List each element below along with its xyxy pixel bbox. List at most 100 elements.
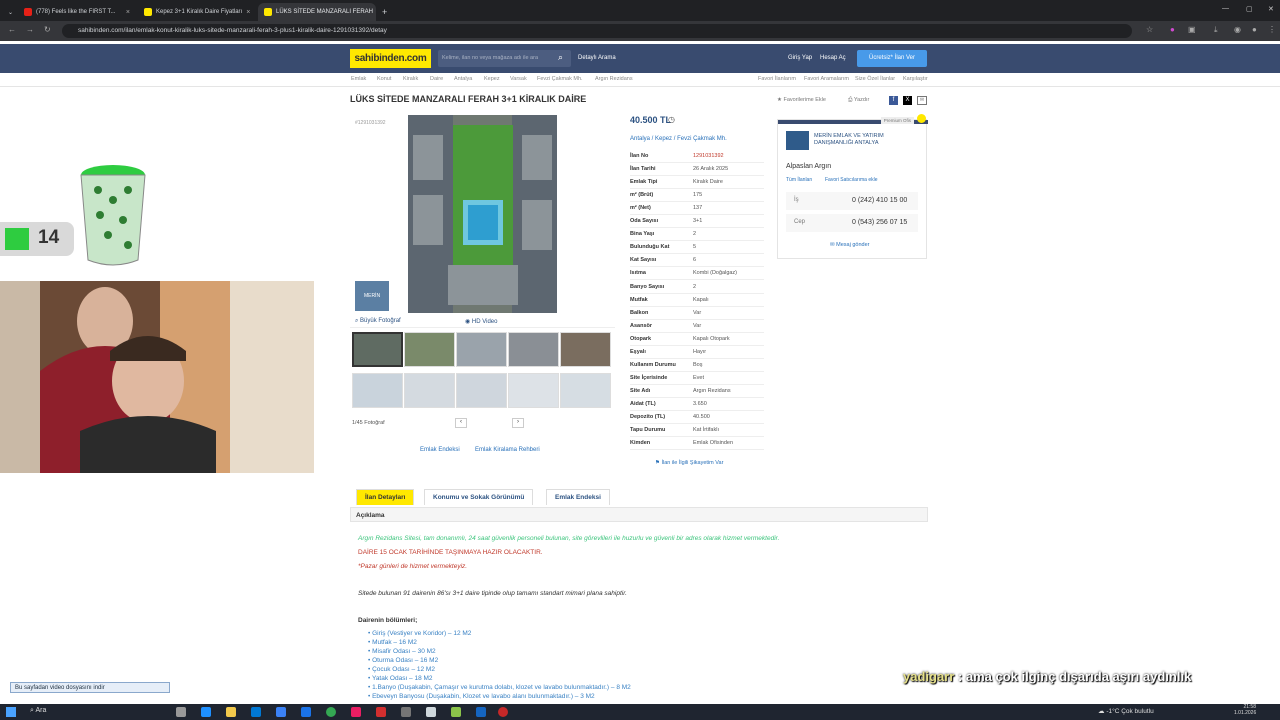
- breadcrumb-item[interactable]: Kepez: [484, 76, 500, 82]
- all-ads-link[interactable]: Tüm İlanları: [786, 177, 812, 183]
- breadcrumb-item[interactable]: Varsak: [510, 76, 527, 82]
- phone-number[interactable]: 0 (242) 410 15 00: [852, 197, 907, 204]
- video-download-bar[interactable]: Bu sayfadan video dosyasını indir: [10, 682, 170, 693]
- file-explorer-icon[interactable]: [226, 707, 236, 717]
- app-icon[interactable]: [276, 707, 286, 717]
- photo-thumbnail[interactable]: [560, 332, 611, 367]
- app-icon[interactable]: [401, 707, 411, 717]
- seller-card: Premium Ofis MERİN EMLAK VE YATIRIM DANI…: [777, 114, 928, 259]
- window-close-icon[interactable]: ✕: [1268, 5, 1274, 13]
- breadcrumb-item[interactable]: Argın Rezidans: [595, 76, 633, 82]
- login-link[interactable]: Giriş Yap: [788, 55, 812, 61]
- app-icon[interactable]: [426, 707, 436, 717]
- url-input[interactable]: sahibinden.com/ilan/emlak-konut-kiralik-…: [62, 24, 1132, 38]
- price-history-icon[interactable]: ◷: [668, 115, 675, 124]
- back-icon[interactable]: ←: [8, 25, 16, 34]
- favorite-ads-link[interactable]: Favori İlanlarım: [758, 76, 796, 82]
- photo-thumbnail[interactable]: [404, 332, 455, 367]
- search-icon[interactable]: ⌕: [558, 52, 563, 63]
- office-name[interactable]: MERİN EMLAK VE YATIRIM DANIŞMANLIĞI ANTA…: [814, 133, 914, 147]
- breadcrumb-item[interactable]: Emlak: [351, 76, 366, 82]
- forward-icon[interactable]: →: [26, 25, 34, 34]
- clock[interactable]: 21:58 1.01.2026: [1234, 704, 1256, 716]
- extension-icon[interactable]: ●: [1170, 25, 1175, 34]
- photo-thumbnail[interactable]: [456, 373, 507, 408]
- tab-search-icon[interactable]: ⌄: [8, 3, 14, 21]
- photo-thumbnail[interactable]: [404, 373, 455, 408]
- reload-icon[interactable]: ↻: [44, 25, 51, 34]
- hd-video-link[interactable]: ◉ HD Video: [465, 318, 497, 325]
- report-link[interactable]: ⚑ İlan ile İlgili Şikayetim Var: [655, 460, 723, 466]
- send-message-link[interactable]: ✉ Mesaj gönder: [830, 242, 869, 248]
- tab-listing[interactable]: LÜKS SİTEDE MANZARALI FERAH ×: [258, 3, 376, 21]
- location-district[interactable]: Kepez: [655, 136, 672, 142]
- site-search-input[interactable]: Kelime, ilan no veya mağaza adı ile ara: [438, 50, 571, 67]
- download-icon[interactable]: ⤓: [1214, 25, 1218, 35]
- compare-link[interactable]: Karşılaştır: [903, 76, 928, 82]
- close-icon[interactable]: ×: [246, 9, 250, 16]
- windows-start-icon[interactable]: [6, 707, 16, 717]
- special-ads-link[interactable]: Size Özel İlanlar: [855, 76, 895, 82]
- app-icon[interactable]: [351, 707, 361, 717]
- chrome-icon[interactable]: [326, 707, 336, 717]
- avatar[interactable]: ●: [1252, 25, 1257, 34]
- prev-photo-button[interactable]: ‹: [455, 418, 467, 428]
- app-icon[interactable]: [301, 707, 311, 717]
- mail-icon[interactable]: ✉: [917, 96, 927, 105]
- print-link[interactable]: ⎙ Yazdır: [848, 97, 869, 104]
- extensions-puzzle-icon[interactable]: ▣: [1188, 25, 1196, 34]
- tab-index[interactable]: Emlak Endeksi: [546, 489, 610, 505]
- new-tab-button[interactable]: +: [379, 3, 393, 21]
- detailed-search-link[interactable]: Detaylı Arama: [578, 55, 616, 61]
- location-city[interactable]: Antalya: [630, 136, 650, 142]
- post-ad-button[interactable]: Ücretsiz* İlan Ver: [857, 50, 927, 67]
- tab-listing-details[interactable]: İlan Detayları: [356, 489, 415, 505]
- clock-date: 1.01.2026: [1234, 710, 1257, 716]
- favorite-searches-link[interactable]: Favori Aramalarım: [804, 76, 849, 82]
- menu-icon[interactable]: ⋮: [1268, 25, 1276, 34]
- emlak-endeksi-link[interactable]: Emlak Endeksi: [420, 447, 460, 453]
- location-neighborhood[interactable]: Fevzi Çakmak Mh.: [677, 136, 727, 142]
- close-icon[interactable]: ×: [126, 9, 130, 16]
- large-photo-link[interactable]: ⌕ Büyük Fotoğraf: [355, 318, 401, 325]
- app-icon[interactable]: [498, 707, 508, 717]
- tab-location[interactable]: Konumu ve Sokak Görünümü: [424, 489, 534, 505]
- taskbar-search[interactable]: ⌕ Ara: [30, 707, 46, 715]
- phone-number[interactable]: 0 (543) 256 07 15: [852, 219, 907, 226]
- fav-seller-link[interactable]: Favori Satıcılarıma ekle: [825, 177, 878, 183]
- weather-widget[interactable]: ☁ -1°C Çok bulutlu: [1098, 707, 1154, 715]
- facebook-icon[interactable]: f: [889, 96, 898, 105]
- photo-thumbnail[interactable]: [508, 373, 559, 408]
- photo-thumbnail[interactable]: [508, 332, 559, 367]
- photo-thumbnail[interactable]: [560, 373, 611, 408]
- office-logo-thumb[interactable]: MERİN: [355, 281, 389, 311]
- steam-icon[interactable]: [476, 707, 486, 717]
- tab-youtube[interactable]: (778) Feels like the FIRST T... ×: [18, 3, 136, 21]
- breadcrumb-item[interactable]: Kiralık: [403, 76, 418, 82]
- office-logo[interactable]: [786, 131, 809, 150]
- minimize-icon[interactable]: —: [1222, 5, 1229, 12]
- breadcrumb-item[interactable]: Antalya: [454, 76, 472, 82]
- maximize-icon[interactable]: ▢: [1246, 5, 1253, 13]
- next-photo-button[interactable]: ›: [512, 418, 524, 428]
- site-logo[interactable]: sahibinden.com: [350, 49, 431, 68]
- app-icon[interactable]: [376, 707, 386, 717]
- profile-icon[interactable]: ◉: [1234, 25, 1241, 34]
- photo-thumbnail[interactable]: [352, 373, 403, 408]
- breadcrumb-item[interactable]: Fevzi Çakmak Mh.: [537, 76, 583, 82]
- store-icon[interactable]: [251, 707, 261, 717]
- x-icon[interactable]: X: [903, 96, 912, 105]
- tab-kepez[interactable]: Kepez 3+1 Kiralık Daire Fiyatları ×: [138, 3, 256, 21]
- breadcrumb-item[interactable]: Daire: [430, 76, 443, 82]
- app-icon[interactable]: [451, 707, 461, 717]
- register-link[interactable]: Hesap Aç: [820, 55, 846, 61]
- task-view-icon[interactable]: [176, 707, 186, 717]
- photo-thumbnail[interactable]: [352, 332, 403, 367]
- photo-thumbnail[interactable]: [456, 332, 507, 367]
- breadcrumb-item[interactable]: Konut: [377, 76, 391, 82]
- add-favorite-link[interactable]: ★ Favorilerime Ekle: [777, 97, 826, 103]
- bookmark-star-icon[interactable]: ☆: [1146, 25, 1153, 34]
- edge-icon[interactable]: [201, 707, 211, 717]
- rental-guide-link[interactable]: Emlak Kiralama Rehberi: [475, 447, 540, 453]
- main-photo[interactable]: [408, 115, 557, 313]
